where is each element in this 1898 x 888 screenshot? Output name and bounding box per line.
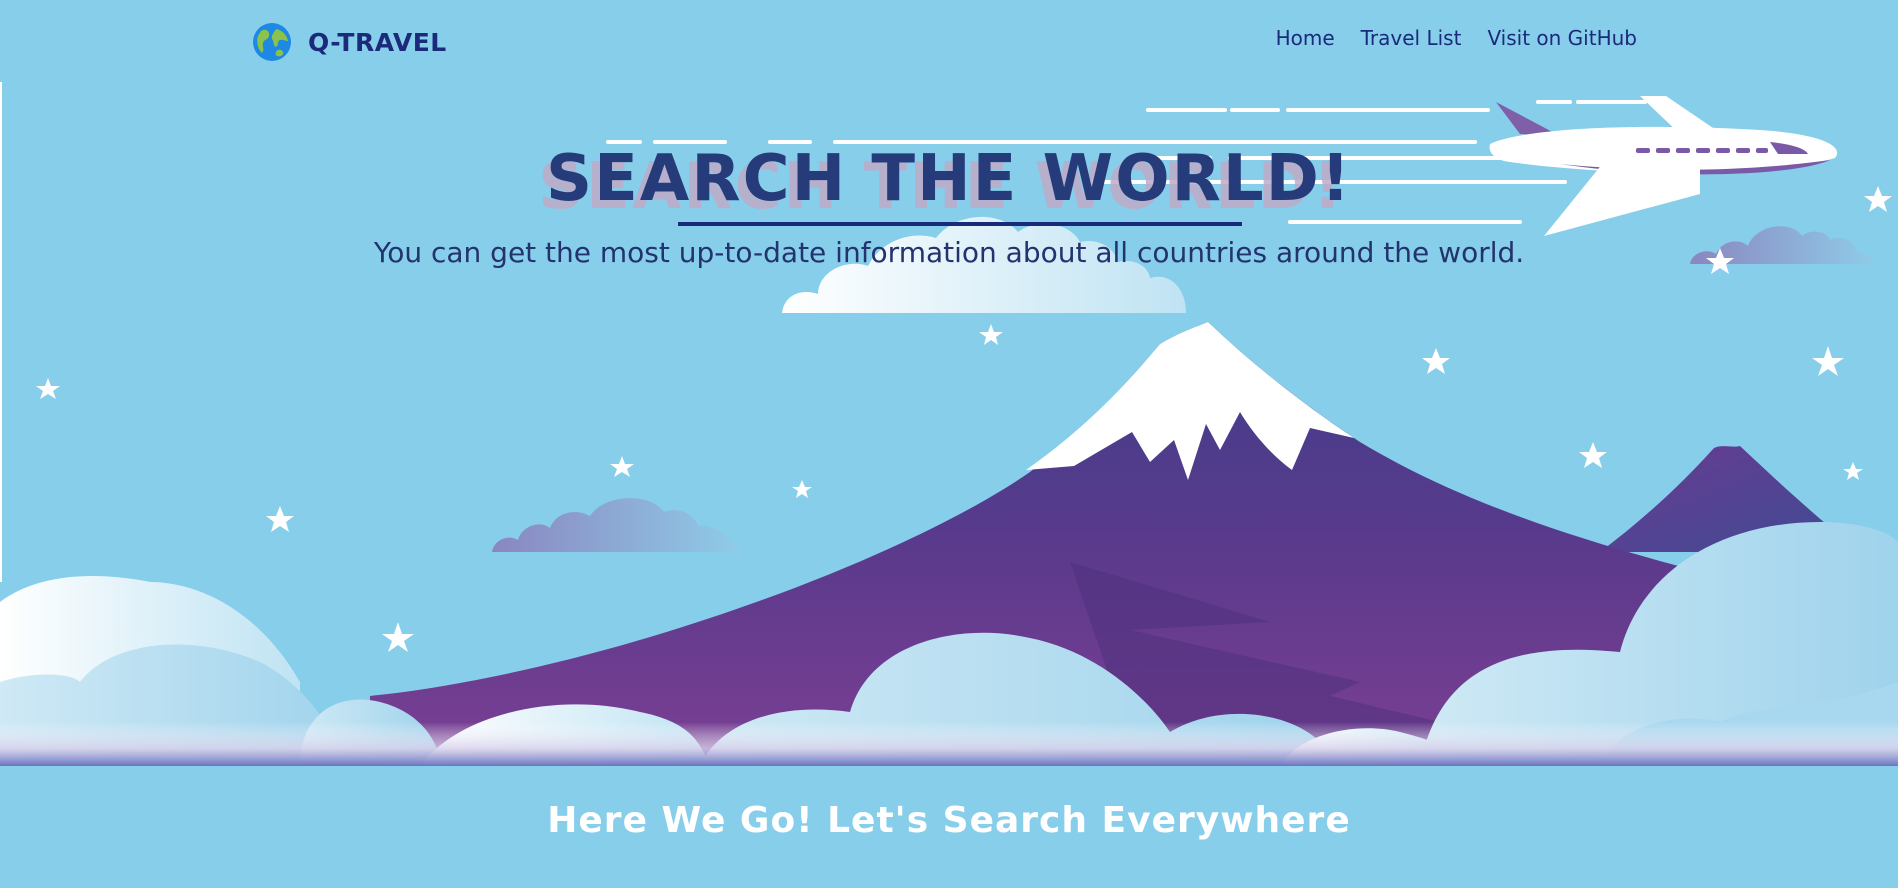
star-icon xyxy=(1579,442,1607,468)
star-icon xyxy=(792,480,812,498)
star-icon xyxy=(1843,462,1863,480)
cloud-mid-left xyxy=(492,498,742,552)
hero-subtitle: You can get the most up-to-date informat… xyxy=(373,236,1525,269)
navbar: Q-TRAVEL Home Travel List Visit on GitHu… xyxy=(0,0,1898,82)
hero-title-underline xyxy=(678,222,1242,226)
star-icon xyxy=(1812,346,1844,376)
nav-link-github[interactable]: Visit on GitHub xyxy=(1487,26,1637,50)
hero-title-wrap: SEARCH THE WORLD! xyxy=(0,142,1898,216)
nav-links: Home Travel List Visit on GitHub xyxy=(1276,26,1637,50)
star-icon xyxy=(979,324,1003,345)
hero-title: SEARCH THE WORLD! xyxy=(545,142,1353,216)
hero-bottom-fade xyxy=(0,722,1898,766)
cta-heading: Here We Go! Let's Search Everywhere xyxy=(547,800,1351,841)
star-icon xyxy=(266,506,294,532)
nav-link-travel-list[interactable]: Travel List xyxy=(1361,26,1462,50)
star-icon xyxy=(382,622,414,652)
star-icon xyxy=(610,456,634,477)
globe-icon xyxy=(253,23,291,61)
hero-section: SEARCH THE WORLD! You can get the most u… xyxy=(0,82,1898,766)
star-icon xyxy=(1422,348,1450,374)
brand-name: Q-TRAVEL xyxy=(308,27,447,57)
star-icon xyxy=(36,378,60,399)
nav-link-home[interactable]: Home xyxy=(1276,26,1335,50)
brand-link[interactable]: Q-TRAVEL xyxy=(252,20,447,64)
